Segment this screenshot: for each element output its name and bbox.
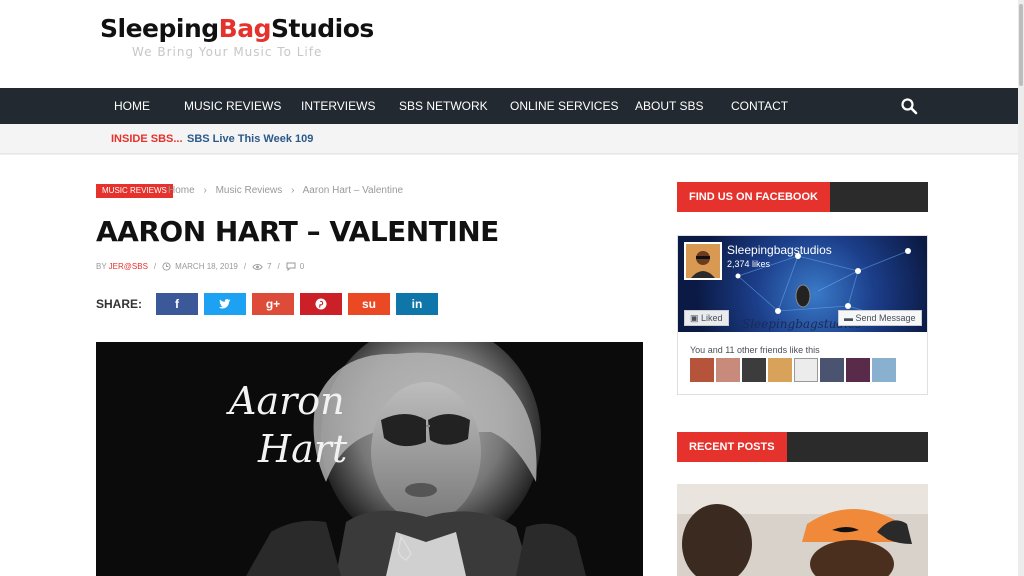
recent-posts-title: RECENT POSTS bbox=[677, 432, 787, 462]
meta-separator: / bbox=[243, 262, 247, 271]
nav-item-sbs-network[interactable]: SBS NETWORK bbox=[399, 88, 488, 124]
breadcrumb-home[interactable]: Home bbox=[168, 185, 195, 196]
facebook-page-likes: 2,374 likes bbox=[727, 259, 771, 269]
friend-avatar[interactable] bbox=[820, 358, 844, 382]
clock-icon bbox=[162, 262, 171, 271]
news-ticker: INSIDE SBS... SBS Live This Week 109 bbox=[0, 124, 1024, 154]
featured-photo: Aaron Hart bbox=[96, 342, 643, 576]
scrollbar-thumb[interactable] bbox=[1019, 4, 1023, 86]
meta-date: MARCH 18, 2019 bbox=[175, 262, 238, 271]
breadcrumb-music-reviews[interactable]: Music Reviews bbox=[216, 185, 283, 196]
send-message-label: Send Message bbox=[855, 313, 916, 323]
main-nav: HOME MUSIC REVIEWS INTERVIEWS SBS NETWOR… bbox=[0, 88, 1024, 124]
breadcrumb: Home › Music Reviews › Aaron Hart – Vale… bbox=[168, 185, 409, 196]
share-facebook-button[interactable]: f bbox=[156, 293, 198, 315]
facebook-icon: f bbox=[175, 297, 179, 311]
stumbleupon-icon: su bbox=[361, 297, 376, 311]
liked-label: Liked bbox=[701, 313, 723, 323]
logo-text-3: Studios bbox=[270, 14, 374, 43]
featured-image: Aaron Hart bbox=[96, 342, 643, 576]
nav-item-home[interactable]: HOME bbox=[114, 88, 150, 124]
breadcrumb-current: Aaron Hart – Valentine bbox=[302, 185, 404, 196]
facebook-widget-title: FIND US ON FACEBOOK bbox=[677, 182, 830, 212]
breadcrumb-separator: › bbox=[291, 185, 295, 196]
category-badge[interactable]: MUSIC REVIEWS bbox=[96, 184, 173, 198]
nav-item-contact[interactable]: CONTACT bbox=[731, 88, 788, 124]
facebook-friends-avatars bbox=[690, 358, 896, 382]
logo-text-1: Sleeping bbox=[100, 14, 219, 43]
image-script-text-2: Hart bbox=[257, 427, 348, 471]
nav-item-about-sbs[interactable]: ABOUT SBS bbox=[635, 88, 703, 124]
search-icon[interactable] bbox=[900, 97, 918, 115]
facebook-widget-header: FIND US ON FACEBOOK bbox=[677, 182, 928, 212]
friend-avatar[interactable] bbox=[690, 358, 714, 382]
meta-author[interactable]: JER@SBS bbox=[109, 262, 148, 271]
article-title: AARON HART – VALENTINE bbox=[96, 215, 499, 248]
ticker-link[interactable]: SBS Live This Week 109 bbox=[187, 133, 313, 145]
nav-item-music-reviews[interactable]: MUSIC REVIEWS bbox=[184, 88, 281, 124]
site-tagline: We Bring Your Music To Life bbox=[132, 45, 323, 59]
twitter-icon bbox=[219, 299, 231, 309]
share-google-plus-button[interactable]: g+ bbox=[252, 293, 294, 315]
meta-separator: / bbox=[277, 262, 280, 271]
share-label: SHARE: bbox=[96, 297, 143, 311]
breadcrumb-separator: › bbox=[203, 185, 207, 196]
image-script-text-1: Aaron bbox=[226, 379, 345, 423]
facebook-send-message-button[interactable]: ▬ Send Message bbox=[838, 310, 922, 326]
facebook-page-avatar[interactable] bbox=[684, 242, 722, 280]
share-pinterest-button[interactable] bbox=[300, 293, 342, 315]
article-meta: BY JER@SBS / MARCH 18, 2019 / 7 / 0 bbox=[96, 262, 304, 271]
share-linkedin-button[interactable]: in bbox=[396, 293, 438, 315]
recent-posts-header: RECENT POSTS bbox=[677, 432, 928, 462]
avatar-image bbox=[686, 244, 720, 278]
facebook-friends-text: You and 11 other friends like this bbox=[690, 345, 820, 355]
google-plus-icon: g+ bbox=[265, 297, 281, 311]
friend-avatar[interactable] bbox=[846, 358, 870, 382]
meta-views: 7 bbox=[267, 262, 272, 271]
site-logo[interactable]: SleepingBagStudios bbox=[100, 14, 374, 43]
linkedin-icon: in bbox=[411, 297, 423, 311]
friend-avatar[interactable] bbox=[742, 358, 766, 382]
facebook-cover[interactable]: Sleepingbagstudios Sleepingbagstudios 2,… bbox=[678, 236, 927, 332]
friend-avatar[interactable] bbox=[794, 358, 818, 382]
meta-by: BY bbox=[96, 262, 107, 271]
recent-post-photo bbox=[677, 484, 928, 576]
page-scrollbar[interactable] bbox=[1018, 0, 1024, 576]
pinterest-icon bbox=[315, 298, 327, 310]
comment-icon bbox=[286, 262, 296, 271]
site-header: SleepingBagStudios We Bring Your Music T… bbox=[0, 0, 1024, 88]
facebook-liked-button[interactable]: ▣ Liked bbox=[684, 310, 729, 326]
facebook-page-name[interactable]: Sleepingbagstudios bbox=[727, 243, 832, 257]
recent-post-image[interactable] bbox=[677, 484, 928, 576]
friend-avatar[interactable] bbox=[872, 358, 896, 382]
eye-icon bbox=[252, 263, 263, 270]
friend-avatar[interactable] bbox=[716, 358, 740, 382]
thumbs-up-icon: ▣ bbox=[690, 313, 702, 323]
share-stumbleupon-button[interactable]: su bbox=[348, 293, 390, 315]
meta-comments[interactable]: 0 bbox=[300, 262, 304, 271]
friend-avatar[interactable] bbox=[768, 358, 792, 382]
logo-text-2: Bag bbox=[218, 14, 272, 43]
meta-separator: / bbox=[153, 262, 157, 271]
ticker-label: INSIDE SBS... bbox=[111, 133, 183, 145]
facebook-page-plugin[interactable]: Sleepingbagstudios Sleepingbagstudios 2,… bbox=[677, 235, 928, 395]
nav-item-interviews[interactable]: INTERVIEWS bbox=[301, 88, 375, 124]
share-twitter-button[interactable] bbox=[204, 293, 246, 315]
message-icon: ▬ bbox=[844, 313, 856, 323]
nav-item-online-services[interactable]: ONLINE SERVICES bbox=[510, 88, 618, 124]
